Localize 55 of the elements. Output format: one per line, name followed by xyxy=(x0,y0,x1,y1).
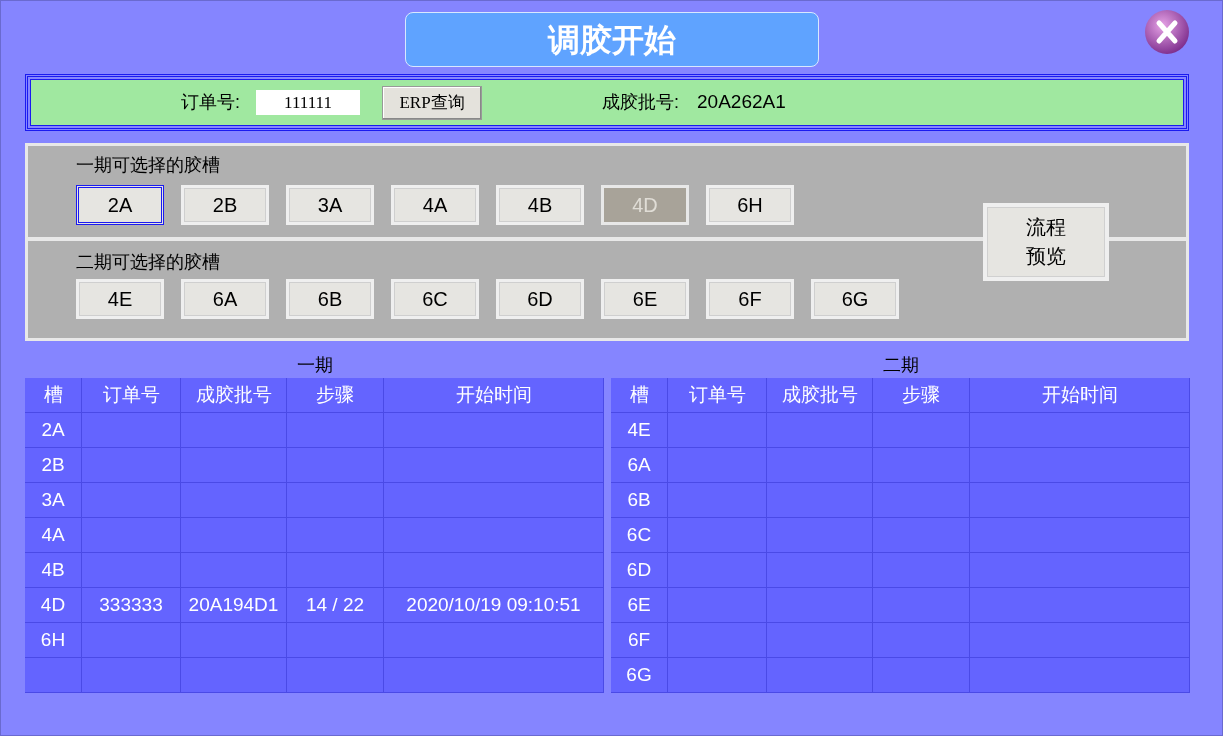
order-label: 订单号: xyxy=(181,91,240,114)
table-cell: 4B xyxy=(25,553,82,587)
table-cell: 2B xyxy=(25,448,82,482)
batch-label: 成胶批号: xyxy=(602,91,680,114)
column-header: 订单号 xyxy=(82,378,181,412)
table-cell: 4A xyxy=(25,518,82,552)
table-cell: 20A194D1 xyxy=(181,588,287,622)
slot-button[interactable]: 6F xyxy=(706,279,794,319)
slot-button[interactable]: 6E xyxy=(601,279,689,319)
slot-button[interactable]: 6B xyxy=(286,279,374,319)
slot-button[interactable]: 6G xyxy=(811,279,899,319)
table-cell: 6A xyxy=(611,448,668,482)
column-header: 槽 xyxy=(25,378,82,412)
slot-button[interactable]: 2A xyxy=(76,185,164,225)
column-header: 成胶批号 xyxy=(767,378,873,412)
window-title: 调胶开始 xyxy=(404,12,819,67)
slot-button[interactable]: 6H xyxy=(706,185,794,225)
slot-button[interactable]: 4A xyxy=(391,185,479,225)
table-cell: 6C xyxy=(611,518,668,552)
table-cell: 6G xyxy=(611,658,668,692)
table-cell: 6B xyxy=(611,483,668,517)
table-title: 一期 xyxy=(296,355,333,375)
table-cell: 4E xyxy=(611,413,668,447)
slot-button[interactable]: 4B xyxy=(496,185,584,225)
flow-preview-button[interactable]: 流程 预览 xyxy=(983,203,1109,281)
table-cell: 6H xyxy=(25,623,82,657)
slot-button[interactable]: 4E xyxy=(76,279,164,319)
phase1-label: 一期可选择的胶槽 xyxy=(76,155,220,175)
phase2-label: 二期可选择的胶槽 xyxy=(76,252,220,272)
table-cell: 6D xyxy=(611,553,668,587)
table-cell: 6F xyxy=(611,623,668,657)
column-header: 步骤 xyxy=(873,378,970,412)
slot-button[interactable]: 6D xyxy=(496,279,584,319)
table-cell: 14 / 22 xyxy=(287,588,384,622)
table-cell: 3A xyxy=(25,483,82,517)
column-header: 开始时间 xyxy=(970,378,1190,412)
slot-button[interactable]: 2B xyxy=(181,185,269,225)
table-cell: 2020/10/19 09:10:51 xyxy=(384,588,604,622)
erp-query-button[interactable]: ERP查询 xyxy=(382,85,482,120)
table-cell: 6E xyxy=(611,588,668,622)
table-cell: 4D xyxy=(25,588,82,622)
batch-value: 20A262A1 xyxy=(697,90,786,115)
column-header: 步骤 xyxy=(287,378,384,412)
slot-button[interactable]: 6A xyxy=(181,279,269,319)
table-title: 二期 xyxy=(882,355,919,375)
table-cell: 333333 xyxy=(82,588,181,622)
close-icon[interactable] xyxy=(1144,9,1190,55)
order-input[interactable]: 111111 xyxy=(256,90,360,115)
table-cell: 2A xyxy=(25,413,82,447)
column-header: 开始时间 xyxy=(384,378,604,412)
column-header: 槽 xyxy=(611,378,668,412)
slot-button[interactable]: 6C xyxy=(391,279,479,319)
column-header: 订单号 xyxy=(668,378,767,412)
column-header: 成胶批号 xyxy=(181,378,287,412)
slot-button[interactable]: 3A xyxy=(286,185,374,225)
